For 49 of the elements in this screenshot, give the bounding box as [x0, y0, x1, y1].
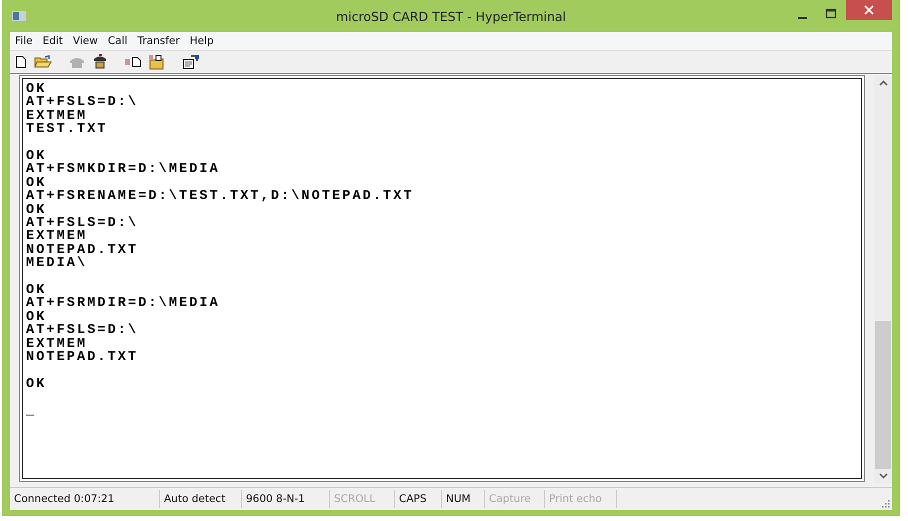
terminal-line: OK: [26, 83, 46, 96]
status-panel: 9600 8-N-1: [242, 490, 330, 508]
terminal-line: OK: [26, 176, 46, 190]
folder-icon[interactable]: [34, 55, 52, 69]
status-panel: Print echo: [545, 490, 617, 508]
terminal-line: AT+FSRENAME=D:\TEST.TXT,D:\NOTEPAD.TXT: [26, 190, 414, 204]
receive-folder-icon[interactable]: [148, 54, 166, 70]
terminal-line: AT+FSLS=D:\: [26, 217, 138, 230]
close-button[interactable]: [846, 0, 892, 20]
terminal-line: EXTMEM: [26, 338, 88, 352]
menu-item[interactable]: File: [10, 35, 38, 47]
status-panel: Auto detect: [160, 490, 242, 508]
terminal-line: AT+FSMKDIR=D:\MEDIA: [26, 163, 220, 177]
terminal-line: AT+FSLS=D:\: [26, 324, 138, 338]
terminal-screen[interactable]: OK AT+FSLS=D:\ EXTMEM TEST.TXT OK AT+FSMKDIR=D:\MEDIA OK AT+FSRENAME=D:\TEST.TXT,D:\NOTEPAD.TXT OK AT+FSLS=D:\ EXTMEM NOTEPAD.TXT MEDIA\ OK AT+FSRMDIR=D:\MEDIA OK AT+FSLS=D:\ EXTMEM NOTEPAD.TXT OK _: [22, 78, 862, 479]
status-panel: Connected 0:07:21: [10, 490, 160, 508]
terminal-line: EXTMEM: [26, 110, 88, 124]
menu-item[interactable]: Transfer: [132, 35, 185, 47]
new-file-icon[interactable]: [14, 55, 28, 69]
menu-item[interactable]: Edit: [38, 35, 68, 47]
scroll-down-icon[interactable]: [878, 473, 888, 479]
terminal-line: _: [26, 404, 36, 418]
menu-item[interactable]: Help: [184, 35, 219, 47]
scrollbar-thumb[interactable]: [875, 321, 891, 469]
resize-grip-icon[interactable]: [881, 499, 890, 508]
terminal-line: TEST.TXT: [26, 123, 108, 137]
vertical-scrollbar[interactable]: [874, 76, 892, 483]
terminal-line: EXTMEM: [26, 230, 88, 244]
scroll-up-icon[interactable]: [878, 80, 888, 86]
terminal-line: AT+FSLS=D:\: [26, 96, 138, 110]
terminal-line: AT+FSRMDIR=D:\MEDIA: [26, 297, 220, 311]
terminal-line: OK: [26, 378, 46, 392]
status-panel: CAPS: [395, 490, 442, 508]
terminal-line: NOTEPAD.TXT: [26, 351, 138, 364]
status-panel: SCROLL: [330, 490, 395, 508]
send-file-icon[interactable]: [124, 55, 142, 69]
status-panel: NUM: [442, 490, 485, 508]
terminal-line: OK: [26, 150, 46, 164]
terminal-line: OK: [26, 284, 46, 298]
terminal-line: MEDIA\: [26, 257, 88, 271]
terminal-line: NOTEPAD.TXT: [26, 244, 138, 258]
menu-item[interactable]: View: [68, 35, 103, 47]
properties-icon[interactable]: [182, 54, 200, 70]
status-panel: Capture: [485, 490, 545, 508]
app-icon: [12, 11, 26, 21]
menu-item[interactable]: Call: [102, 35, 132, 47]
terminal-line: OK: [26, 310, 46, 324]
window-title: microSD CARD TEST - HyperTerminal: [334, 8, 568, 24]
terminal-line: OK: [26, 204, 46, 218]
